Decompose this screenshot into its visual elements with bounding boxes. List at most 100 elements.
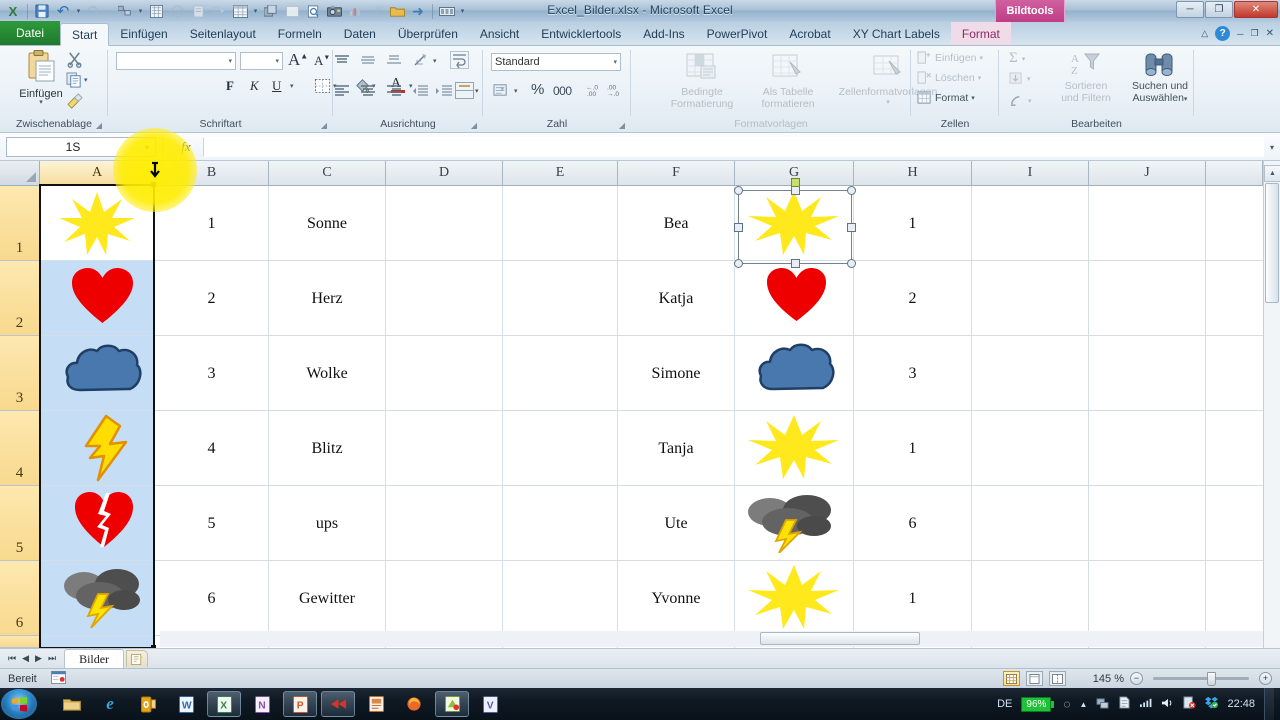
picture-g4-sun[interactable] xyxy=(744,414,844,480)
cell-f3[interactable]: Simone xyxy=(618,363,734,385)
show-hidden-icons[interactable]: ▲ xyxy=(1080,700,1088,709)
battery-indicator[interactable]: 96% xyxy=(1021,696,1055,712)
align-center-button[interactable] xyxy=(359,84,377,103)
align-middle-button[interactable] xyxy=(359,54,377,73)
window-close-button[interactable]: ✕ xyxy=(1234,1,1278,18)
column-header-e[interactable]: E xyxy=(503,161,618,186)
ribbon-help-controls[interactable]: △ ? ─ ❐ ✕ xyxy=(1201,26,1274,41)
underline-dropdown-icon[interactable]: ▾ xyxy=(290,82,294,90)
antivirus-icon[interactable] xyxy=(1183,696,1197,712)
grow-font-button[interactable]: A▲ xyxy=(288,50,308,70)
increase-indent-button[interactable] xyxy=(435,84,453,103)
column-header-a[interactable]: A xyxy=(40,161,155,186)
horizontal-scroll-thumb[interactable] xyxy=(760,632,920,645)
row-header-2[interactable]: 2 xyxy=(0,261,40,336)
resize-handle-bottom-left[interactable] xyxy=(734,259,743,268)
zoom-in-button[interactable]: + xyxy=(1259,672,1272,685)
column-header-h[interactable]: H xyxy=(854,161,972,186)
window-close-icon[interactable]: ✕ xyxy=(1266,28,1274,39)
sheet-navigation-buttons[interactable]: ⏮ ◀ ▶ ⏭ xyxy=(0,653,64,664)
normal-view-button[interactable] xyxy=(1003,671,1020,686)
cut-button[interactable] xyxy=(66,51,83,71)
cell-h1[interactable]: 1 xyxy=(854,213,971,235)
picture-g5-thunderstorm[interactable] xyxy=(744,491,836,554)
insert-function-icon[interactable]: fx xyxy=(173,139,199,155)
decrease-decimal-button[interactable]: .00 →.0 xyxy=(607,82,624,101)
resize-handle-bottom-center[interactable] xyxy=(791,259,800,268)
merge-cells-button[interactable] xyxy=(455,82,474,102)
picture-g3-cloud[interactable] xyxy=(757,342,835,397)
wrap-text-button[interactable] xyxy=(450,51,469,72)
onenote-taskbar-icon[interactable]: N xyxy=(245,691,279,717)
taskbar-app-buttons[interactable]: e W X N P V xyxy=(55,691,507,717)
row-header-1[interactable]: 1 xyxy=(0,186,40,261)
column-header-b[interactable]: B xyxy=(155,161,269,186)
window-restore-button[interactable]: ❐ xyxy=(1205,1,1233,18)
cell-area[interactable]: 1 Sonne Bea 1 2 Herz Katja 2 3 Wolke Sim… xyxy=(39,178,1280,648)
column-header-j[interactable]: J xyxy=(1089,161,1206,186)
outlook-taskbar-icon[interactable] xyxy=(131,691,165,717)
cell-c3[interactable]: Wolke xyxy=(269,363,385,385)
cell-c2[interactable]: Herz xyxy=(269,288,385,310)
tab-seitenlayout[interactable]: Seitenlayout xyxy=(179,22,267,45)
resize-handle-top-center[interactable] xyxy=(791,186,800,195)
insert-worksheet-button[interactable] xyxy=(126,650,149,667)
vertical-scrollbar[interactable]: ▲ xyxy=(1263,161,1280,648)
row-header-6[interactable]: 6 xyxy=(0,561,40,636)
format-cells-dropdown-icon[interactable]: ▾ xyxy=(971,94,975,102)
find-select-dropdown-icon[interactable]: ▾ xyxy=(1184,96,1188,103)
excel-taskbar-icon[interactable]: X xyxy=(207,691,241,717)
column-header-c[interactable]: C xyxy=(269,161,386,186)
cell-c6[interactable]: Gewitter xyxy=(269,588,385,610)
tab-ueberpruefen[interactable]: Überprüfen xyxy=(387,22,469,45)
windows-taskbar[interactable]: e W X N P V DE 96% ◌ ▲ 22:48 xyxy=(0,688,1280,720)
last-sheet-button[interactable]: ⏭ xyxy=(48,653,56,664)
resize-handle-middle-right[interactable] xyxy=(847,223,856,232)
accounting-dropdown-icon[interactable]: ▾ xyxy=(514,87,518,95)
format-painter-button[interactable] xyxy=(66,93,84,112)
number-format-dropdown-icon[interactable]: ▾ xyxy=(613,58,617,66)
action-center-icon[interactable] xyxy=(1118,696,1131,712)
cell-c5[interactable]: ups xyxy=(269,513,385,535)
zoom-out-button[interactable]: − xyxy=(1130,672,1143,685)
italic-button[interactable]: K xyxy=(250,78,259,94)
cell-h2[interactable]: 2 xyxy=(854,288,971,310)
cell-b4[interactable]: 4 xyxy=(154,438,269,460)
decrease-indent-button[interactable] xyxy=(411,84,429,103)
cell-h3[interactable]: 3 xyxy=(854,363,971,385)
row-header-3[interactable]: 3 xyxy=(0,336,40,411)
select-all-corner-button[interactable] xyxy=(0,161,40,186)
cell-b3[interactable]: 3 xyxy=(154,363,269,385)
orientation-dropdown-icon[interactable]: ▾ xyxy=(433,57,437,65)
scroll-up-button[interactable]: ▲ xyxy=(1264,165,1280,182)
column-header-d[interactable]: D xyxy=(386,161,503,186)
font-name-combo[interactable]: ▾ xyxy=(116,52,236,70)
align-top-button[interactable] xyxy=(333,54,351,73)
signal-icon[interactable] xyxy=(1139,697,1152,711)
cell-f5[interactable]: Ute xyxy=(618,513,734,535)
dropbox-icon[interactable] xyxy=(1205,696,1219,712)
volume-icon[interactable] xyxy=(1161,697,1174,712)
zoom-slider-thumb[interactable] xyxy=(1207,671,1216,686)
row-header-7[interactable] xyxy=(0,636,40,648)
picture-g6-sun[interactable] xyxy=(744,564,844,630)
row-header-4[interactable]: 4 xyxy=(0,411,40,486)
align-right-button[interactable] xyxy=(385,84,403,103)
network-icon[interactable] xyxy=(1096,697,1109,712)
tab-acrobat[interactable]: Acrobat xyxy=(778,22,841,45)
cell-f6[interactable]: Yvonne xyxy=(618,588,734,610)
powerpoint-taskbar-icon[interactable]: P xyxy=(283,691,317,717)
resize-handle-top-right[interactable] xyxy=(847,186,856,195)
window-minimize-icon[interactable]: ─ xyxy=(1237,29,1243,39)
merge-dropdown-icon[interactable]: ▾ xyxy=(475,87,479,95)
align-bottom-button[interactable] xyxy=(385,54,403,73)
system-tray[interactable]: DE 96% ◌ ▲ 22:48 xyxy=(997,688,1280,720)
cell-f1[interactable]: Bea xyxy=(618,213,734,235)
tab-ansicht[interactable]: Ansicht xyxy=(469,22,530,45)
clock[interactable]: 22:48 xyxy=(1227,698,1255,710)
word-taskbar-icon[interactable]: W xyxy=(169,691,203,717)
tab-daten[interactable]: Daten xyxy=(333,22,387,45)
column-header-k[interactable] xyxy=(1206,161,1263,186)
window-minimize-button[interactable]: ─ xyxy=(1176,1,1204,18)
prev-sheet-button[interactable]: ◀ xyxy=(22,653,29,664)
